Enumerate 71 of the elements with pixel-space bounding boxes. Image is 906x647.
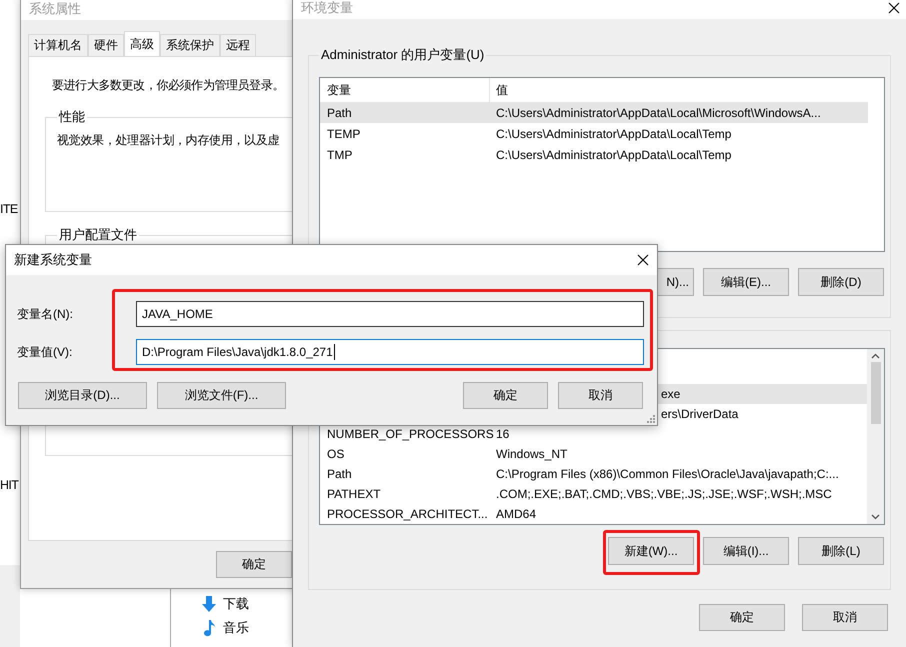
variable-name: TEMP — [326, 126, 362, 140]
text-fragment: HIT — [0, 477, 18, 494]
folder-item[interactable]: 下载 — [223, 595, 249, 613]
input-field[interactable]: D:\Program Files\Java\jdk1.8.0_271 — [136, 339, 644, 365]
action-button[interactable]: 删除(D) — [798, 268, 884, 296]
down-arrow-icon — [201, 595, 217, 613]
scrollbar[interactable] — [867, 349, 884, 524]
dialog-title: 新建系统变量 — [14, 251, 92, 269]
close-icon[interactable] — [888, 2, 900, 14]
field-label: 变量名(N): — [17, 306, 74, 322]
tab[interactable]: 高级 — [124, 31, 160, 56]
browse-file-button[interactable]: 浏览文件(F)... — [157, 382, 286, 409]
music-note-icon — [201, 619, 217, 637]
scroll-down-icon[interactable] — [871, 514, 880, 520]
variable-value: exe — [660, 387, 680, 401]
variable-value: C:\Users\Administrator\AppData\Local\Microsoft\WindowsA... — [495, 106, 821, 120]
variable-name: Path — [326, 467, 353, 481]
scroll-up-icon[interactable] — [871, 353, 880, 359]
notice-text: 要进行大多数更改，你必须作为管理员登录。 — [51, 77, 286, 94]
tab[interactable]: 硬件 — [88, 34, 124, 56]
variable-value: Windows_NT — [495, 447, 568, 461]
variable-name: TMP — [326, 148, 354, 162]
variable-value: AMD64 — [495, 507, 536, 521]
field-label: 变量值(V): — [17, 344, 74, 360]
column-header[interactable]: 值 — [490, 82, 508, 98]
tab[interactable]: 远程 — [220, 34, 256, 56]
folder-item[interactable]: 音乐 — [223, 619, 249, 637]
group-label: 性能 — [58, 108, 86, 126]
input-field[interactable]: JAVA_HOME — [136, 301, 644, 327]
variable-value: 16 — [495, 427, 510, 441]
close-icon[interactable] — [637, 254, 649, 266]
resize-grip-icon[interactable] — [647, 415, 655, 423]
cancel-button[interactable]: 取消 — [802, 604, 888, 631]
variable-name: PATHEXT — [326, 487, 382, 501]
table-row[interactable]: PATHEXT .COM;.EXE;.BAT;.CMD;.VBS;.VBE;.JS;.JSE;.WSF;.WSH;.MSC — [320, 484, 868, 504]
description-text: 视觉效果，处理器计划，内存使用，以及虚 — [57, 133, 280, 147]
tab[interactable]: 系统保护 — [160, 34, 220, 56]
table-row[interactable]: TMP C:\Users\Administrator\AppData\Local\Temp — [320, 144, 868, 165]
variable-name: PROCESSOR_ARCHITECT... — [326, 507, 489, 521]
text-fragment: ITE — [0, 201, 18, 218]
window-title: 环境变量 — [301, 0, 353, 17]
variable-value: ers\DriverData — [660, 407, 738, 421]
ok-button[interactable]: 确定 — [699, 604, 785, 631]
table-row[interactable]: PROCESSOR_ARCHITECT... AMD64 — [320, 504, 868, 524]
variable-name: OS — [326, 447, 346, 461]
group-label: Administrator 的用户变量(U) — [320, 46, 486, 64]
action-button[interactable]: N)... — [655, 268, 694, 296]
variable-value: C:\Users\Administrator\AppData\Local\Temp — [495, 148, 732, 162]
variable-name: Path — [326, 106, 353, 120]
variable-value: C:\Users\Administrator\AppData\Local\Temp — [495, 126, 732, 140]
browse-folder-button[interactable]: 浏览目录(D)... — [18, 382, 147, 409]
table-row[interactable]: exe — [657, 384, 868, 404]
variable-value: C:\Program Files (x86)\Common Files\Oracle\Java\javapath;C:... — [495, 467, 839, 481]
action-button[interactable]: 删除(L) — [798, 537, 884, 565]
table-row[interactable]: ers\DriverData — [657, 404, 868, 424]
table-row[interactable]: NUMBER_OF_PROCESSORS 16 — [320, 424, 868, 444]
scroll-thumb[interactable] — [870, 362, 881, 424]
tab[interactable]: 计算机名 — [28, 34, 88, 56]
group-label: 用户配置文件 — [58, 226, 138, 244]
table-row[interactable]: Path C:\Program Files (x86)\Common Files\Oracle\Java\javapath;C:... — [320, 464, 868, 484]
action-button[interactable]: 新建(W)... — [608, 537, 694, 565]
action-button[interactable]: 编辑(E)... — [703, 268, 789, 296]
table-row[interactable]: OS Windows_NT — [320, 444, 868, 464]
ok-button[interactable]: 确定 — [216, 551, 292, 578]
cancel-button[interactable]: 取消 — [558, 382, 643, 409]
action-button[interactable]: 编辑(I)... — [703, 537, 789, 565]
variable-value: .COM;.EXE;.BAT;.CMD;.VBS;.VBE;.JS;.JSE;.WSF;.WSH;.MSC — [495, 487, 832, 501]
table-row[interactable]: Path C:\Users\Administrator\AppData\Local\Microsoft\WindowsA... — [320, 102, 868, 123]
table-row[interactable]: TEMP C:\Users\Administrator\AppData\Local\Temp — [320, 123, 868, 144]
window-title: 系统属性 — [29, 0, 81, 18]
ok-button[interactable]: 确定 — [463, 382, 548, 409]
